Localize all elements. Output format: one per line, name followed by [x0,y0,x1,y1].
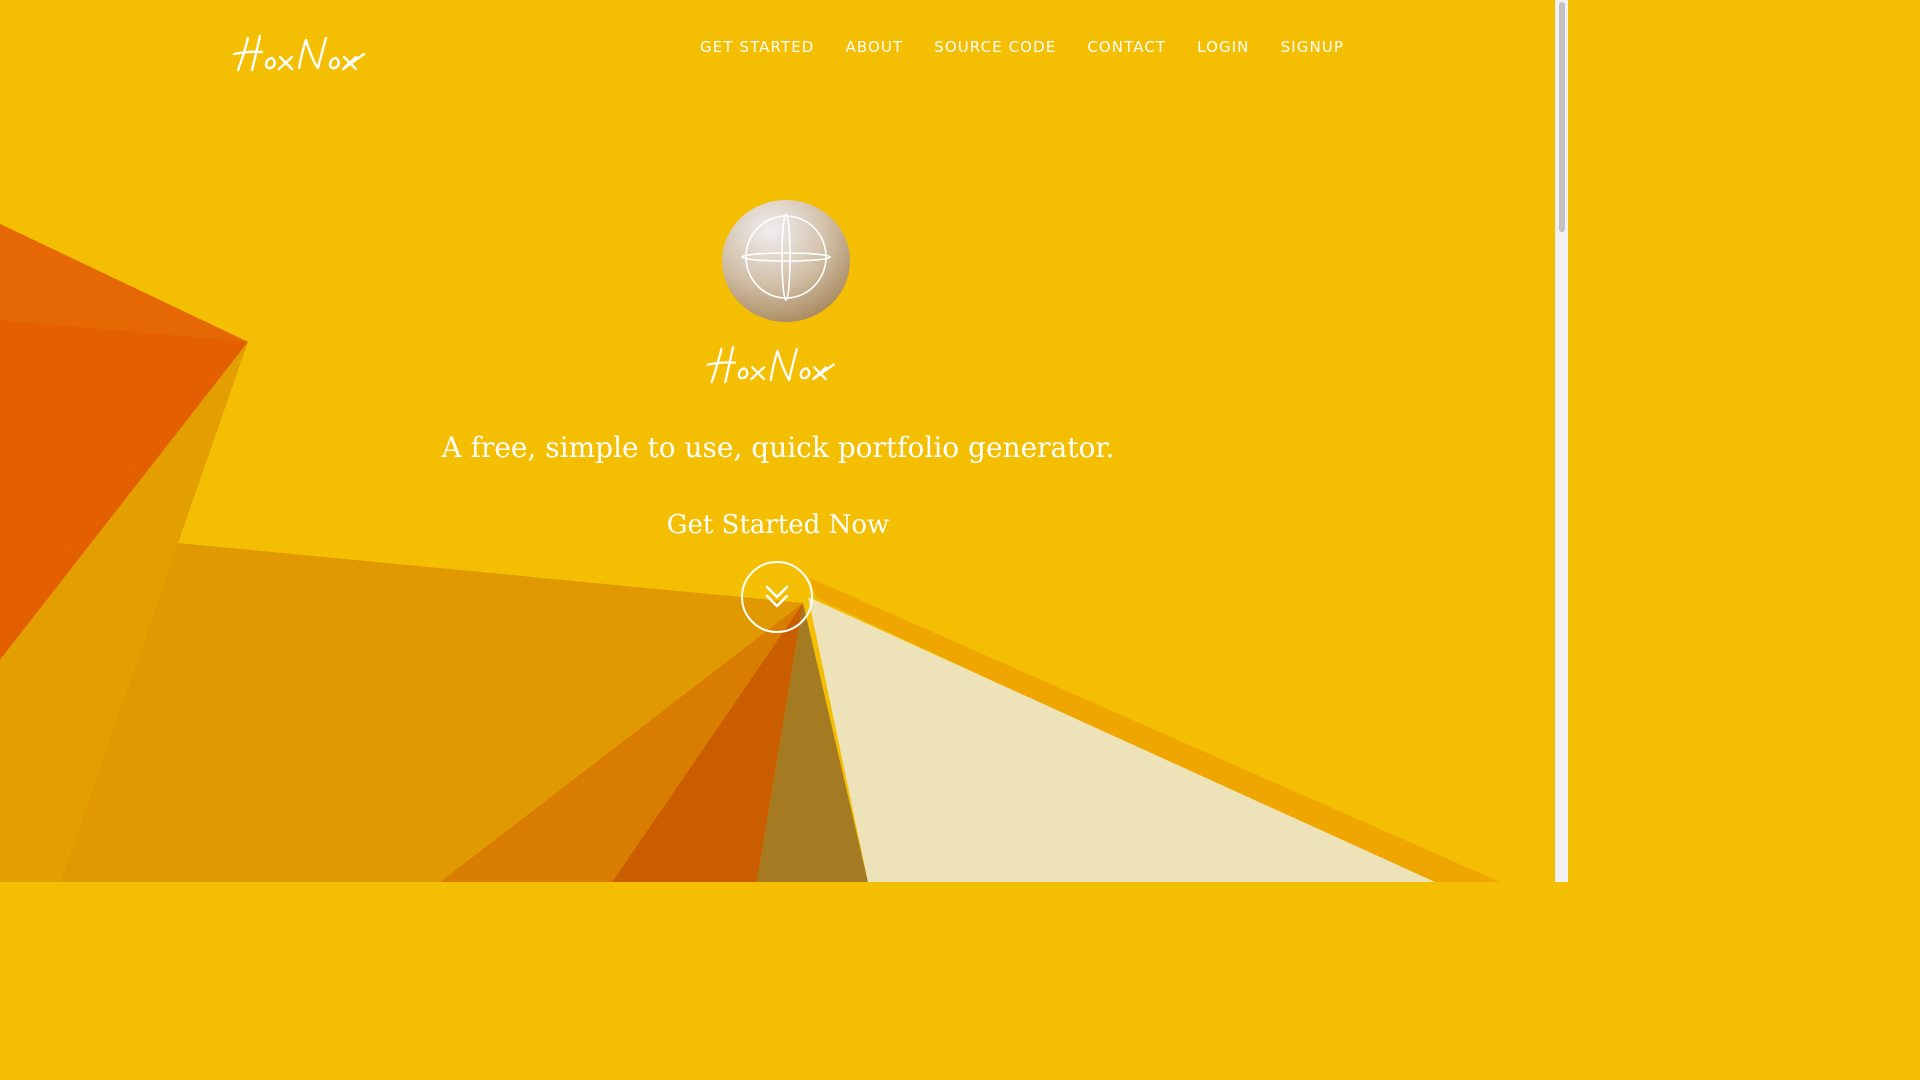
nav-about[interactable]: ABOUT [845,37,903,57]
nav-login[interactable]: LOGIN [1197,37,1249,57]
scrollbar[interactable] [1555,0,1568,882]
scroll-down-button[interactable] [741,561,813,633]
nav-source-code[interactable]: SOURCE CODE [934,37,1056,57]
nav-contact[interactable]: CONTACT [1087,37,1166,57]
globe-icon [722,200,850,322]
hero-tagline: A free, simple to use, quick portfolio g… [441,431,1115,464]
nav-get-started[interactable]: GET STARTED [700,37,814,57]
hoxnox-logo[interactable] [232,32,382,78]
nav-signup[interactable]: SIGNUP [1281,37,1344,57]
scrollbar-thumb[interactable] [1559,2,1565,232]
main-nav: GET STARTED ABOUT SOURCE CODE CONTACT LO… [700,37,1344,57]
bg-shape-cream [808,597,1435,882]
hoxnox-wordmark [706,345,835,384]
get-started-now-link[interactable]: Get Started Now [0,507,1556,543]
double-chevron-down-icon [765,585,789,608]
